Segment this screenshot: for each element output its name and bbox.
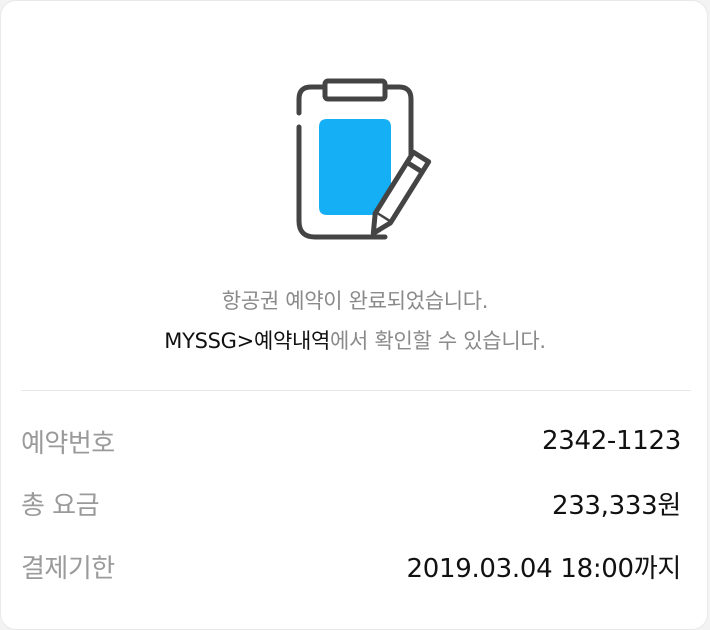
confirmation-guide-text: 에서 확인할 수 있습니다.	[330, 329, 546, 353]
reservation-number-row: 예약번호 2342-1123	[21, 421, 681, 461]
payment-deadline-value: 2019.03.04 18:00까지	[406, 553, 682, 584]
total-fare-row: 총 요금 233,333원	[21, 483, 681, 523]
total-fare-value: 233,333원	[551, 490, 681, 521]
clipboard-pencil-icon	[296, 78, 432, 240]
reservation-number-label: 예약번호	[21, 428, 115, 459]
reservation-number-value: 2342-1123	[541, 426, 681, 456]
reservation-complete-card: 항공권 예약이 완료되었습니다. MYSSG>예약내역에서 확인할 수 있습니다…	[0, 0, 708, 630]
payment-deadline-row: 결제기한 2019.03.04 18:00까지	[21, 546, 681, 586]
completion-message: 항공권 예약이 완료되었습니다.	[1, 285, 709, 315]
confirmation-guide: MYSSG>예약내역에서 확인할 수 있습니다.	[1, 325, 709, 355]
payment-deadline-label: 결제기한	[21, 553, 115, 584]
completion-message-text: 항공권 예약이 완료되었습니다.	[221, 289, 489, 313]
divider	[21, 390, 691, 391]
total-fare-label: 총 요금	[21, 490, 100, 521]
myssg-reservation-link[interactable]: MYSSG>예약내역	[164, 329, 330, 353]
